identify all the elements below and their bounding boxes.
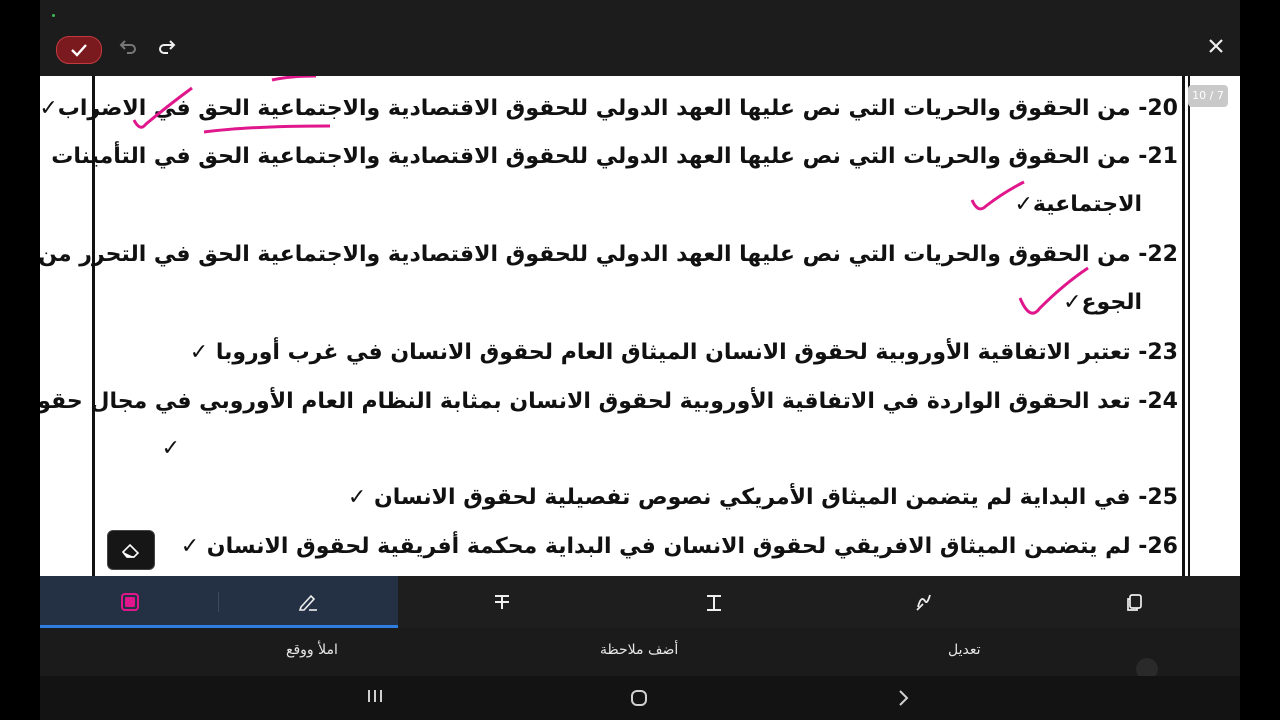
annotation-toolbar [40, 576, 1240, 628]
close-icon[interactable] [1206, 36, 1226, 62]
redo-icon[interactable] [157, 37, 177, 62]
system-nav-bar [40, 676, 1240, 720]
back-icon[interactable] [896, 688, 910, 712]
home-icon[interactable] [630, 688, 648, 712]
list-item-continuation: الاجتماعية✓ [1014, 192, 1142, 217]
ink-stroke-top [271, 76, 317, 82]
fill-sign-label[interactable]: املأ ووقع [286, 642, 338, 658]
ink-underline [203, 124, 331, 134]
list-item-continuation: ✓ [161, 436, 180, 461]
document-page[interactable]: 10 / 7 20- من الحقوق والحريات التي نص عل… [40, 76, 1240, 576]
list-item: 20- من الحقوق والحريات التي نص عليها الع… [40, 96, 1178, 121]
list-item: 25- في البداية لم يتضمن الميثاق الأمريكي… [347, 485, 1178, 510]
active-tool-group [40, 576, 398, 628]
undo-icon[interactable] [118, 37, 138, 62]
list-item: 23- تعتبر الاتفاقية الأوروبية لحقوق الان… [189, 340, 1178, 365]
text-cursor-icon[interactable] [490, 590, 514, 614]
text-t-icon[interactable] [702, 590, 726, 614]
list-item: 21- من الحقوق والحريات التي نص عليها الع… [51, 144, 1178, 169]
list-item: 24- تعد الحقوق الواردة في الاتفاقية الأو… [40, 389, 1178, 414]
recents-icon[interactable] [366, 686, 384, 711]
status-dot [52, 14, 55, 17]
confirm-button[interactable] [56, 36, 102, 64]
edit-label[interactable]: تعديل [948, 642, 981, 658]
list-item: 26- لم يتضمن الميثاق الافريقي لحقوق الان… [180, 534, 1178, 559]
copy-icon[interactable] [1122, 590, 1146, 614]
eraser-icon [121, 543, 140, 558]
checkmark-icon [71, 44, 87, 57]
tool-divider [218, 592, 219, 612]
toolbar-labels: املأ ووقع أضف ملاحظة تعديل [40, 628, 1240, 676]
list-item: 22- من الحقوق والحريات التي نص عليها الع… [40, 242, 1178, 267]
color-square-icon[interactable] [118, 590, 142, 614]
pen-icon[interactable] [296, 590, 320, 614]
page-indicator: 10 / 7 [1188, 85, 1228, 107]
page-border-right [1182, 76, 1185, 576]
eraser-button[interactable] [107, 530, 155, 570]
page-border-right-outer [1188, 76, 1190, 576]
add-note-label[interactable]: أضف ملاحظة [600, 642, 678, 658]
top-bar [40, 0, 1240, 76]
signature-icon[interactable] [912, 590, 936, 614]
list-item-continuation: الجوع✓ [1063, 290, 1142, 315]
